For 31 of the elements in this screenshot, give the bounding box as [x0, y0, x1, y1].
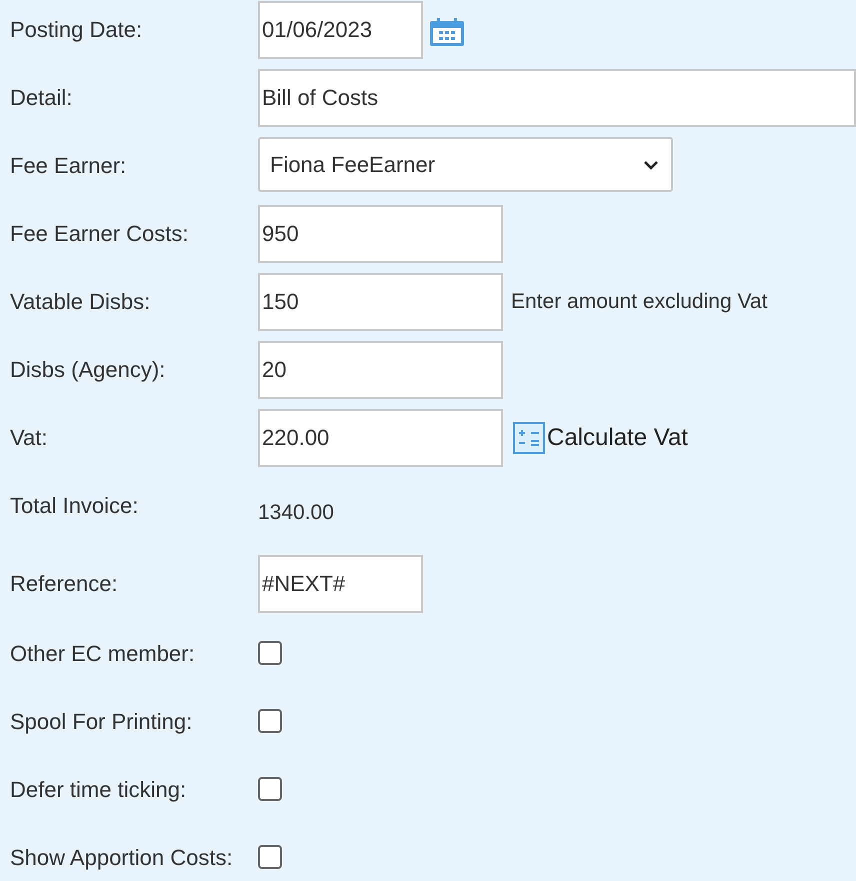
amount-field[interactable]: 150	[258, 273, 503, 331]
select-field[interactable]: Fiona FeeEarner	[258, 137, 673, 192]
field-label: Posting Date:	[10, 16, 144, 44]
checkbox[interactable]	[258, 777, 282, 801]
calendar-icon[interactable]	[429, 17, 465, 47]
checkbox[interactable]	[258, 641, 282, 665]
amount-field[interactable]: 220.00	[258, 409, 503, 467]
field-label: Detail:	[10, 84, 74, 112]
field-label: Disbs (Agency):	[10, 356, 166, 384]
field-label: Fee Earner Costs:	[10, 220, 190, 248]
field-label: Vatable Disbs:	[10, 288, 152, 316]
checkbox[interactable]	[258, 845, 282, 869]
field-label: Total Invoice:	[10, 492, 140, 520]
date-field[interactable]: 01/06/2023	[258, 1, 423, 59]
field-label: Other EC member:	[10, 640, 196, 668]
field-label: Fee Earner:	[10, 152, 128, 180]
chevron-down-icon	[643, 160, 659, 170]
select-value: Fiona FeeEarner	[270, 151, 436, 179]
total-value: 1340.00	[258, 500, 334, 526]
hint-text: Enter amount excluding Vat	[511, 289, 768, 316]
checkbox[interactable]	[258, 709, 282, 733]
reference-field[interactable]: #NEXT#	[258, 555, 423, 613]
field-label: Show Apportion Costs:	[10, 844, 234, 872]
text-field[interactable]: Bill of Costs	[258, 69, 856, 127]
field-label: Defer time ticking:	[10, 776, 188, 804]
field-label: Vat:	[10, 424, 49, 452]
amount-field[interactable]: 20	[258, 341, 503, 399]
calculate-vat-button[interactable]: Calculate Vat	[513, 420, 688, 456]
field-label: Reference:	[10, 570, 119, 598]
field-label: Spool For Printing:	[10, 708, 194, 736]
amount-field[interactable]: 950	[258, 205, 503, 263]
